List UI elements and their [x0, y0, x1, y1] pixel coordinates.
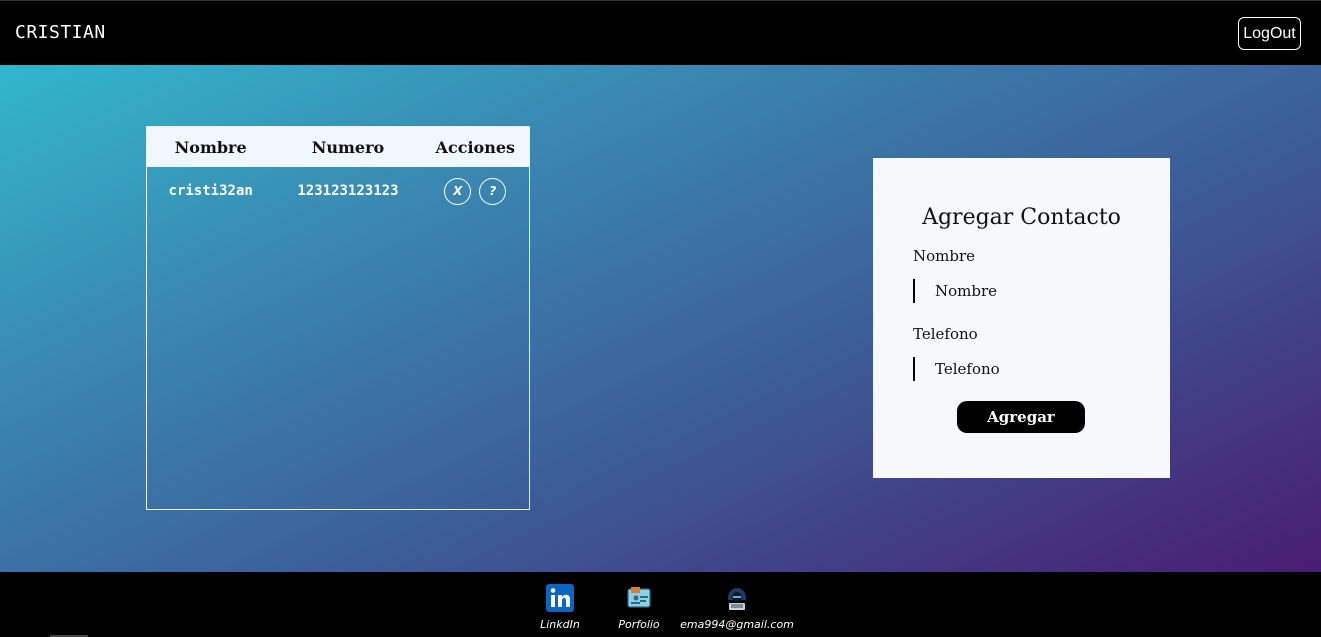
add-contact-button[interactable]: Agregar	[957, 401, 1085, 433]
footer-link-email[interactable]: ema994@gmail.com	[680, 584, 794, 631]
contact-info-button[interactable]: ?	[479, 177, 507, 205]
footer-link-linkedin[interactable]: LinkdIn	[540, 584, 580, 631]
footer-link-label: ema994@gmail.com	[680, 618, 794, 631]
phone-input[interactable]: Telefono	[913, 357, 1133, 381]
name-label: Nombre	[913, 247, 976, 265]
footer-link-label: Porfolio	[618, 618, 660, 631]
table-row: cristi32an 123123123123 X ?	[147, 167, 529, 215]
main-area: Nombre Numero Acciones cristi32an 123123…	[0, 65, 1321, 572]
footer: LinkdIn Porfolio ema994@gmail.com	[0, 572, 1321, 637]
actions-cell: X ?	[422, 177, 529, 205]
footer-link-portfolio[interactable]: Porfolio	[615, 584, 663, 631]
column-header-acciones: Acciones	[435, 137, 516, 157]
logout-button[interactable]: LogOut	[1238, 17, 1301, 50]
delete-contact-button[interactable]: X	[444, 177, 472, 205]
add-contact-form: Agregar Contacto Nombre Nombre Telefono …	[873, 158, 1170, 478]
table-header: Nombre Numero Acciones	[147, 127, 529, 167]
column-header-numero: Numero	[311, 137, 385, 157]
linkedin-icon	[546, 584, 574, 612]
portfolio-icon	[627, 587, 651, 608]
contacts-table: Nombre Numero Acciones cristi32an 123123…	[146, 126, 530, 510]
hacker-avatar-icon	[728, 588, 746, 610]
phone-label: Telefono	[913, 325, 978, 343]
contact-number-cell: 123123123123	[297, 183, 399, 199]
name-input[interactable]: Nombre	[913, 279, 1133, 303]
footer-link-label: LinkdIn	[540, 618, 580, 631]
contact-name-cell: cristi32an	[168, 183, 253, 199]
form-title: Agregar Contacto	[922, 205, 1121, 230]
top-navbar: CRISTIAN LogOut	[0, 0, 1321, 65]
brand-name: CRISTIAN	[15, 22, 106, 43]
column-header-nombre: Nombre	[174, 137, 247, 157]
